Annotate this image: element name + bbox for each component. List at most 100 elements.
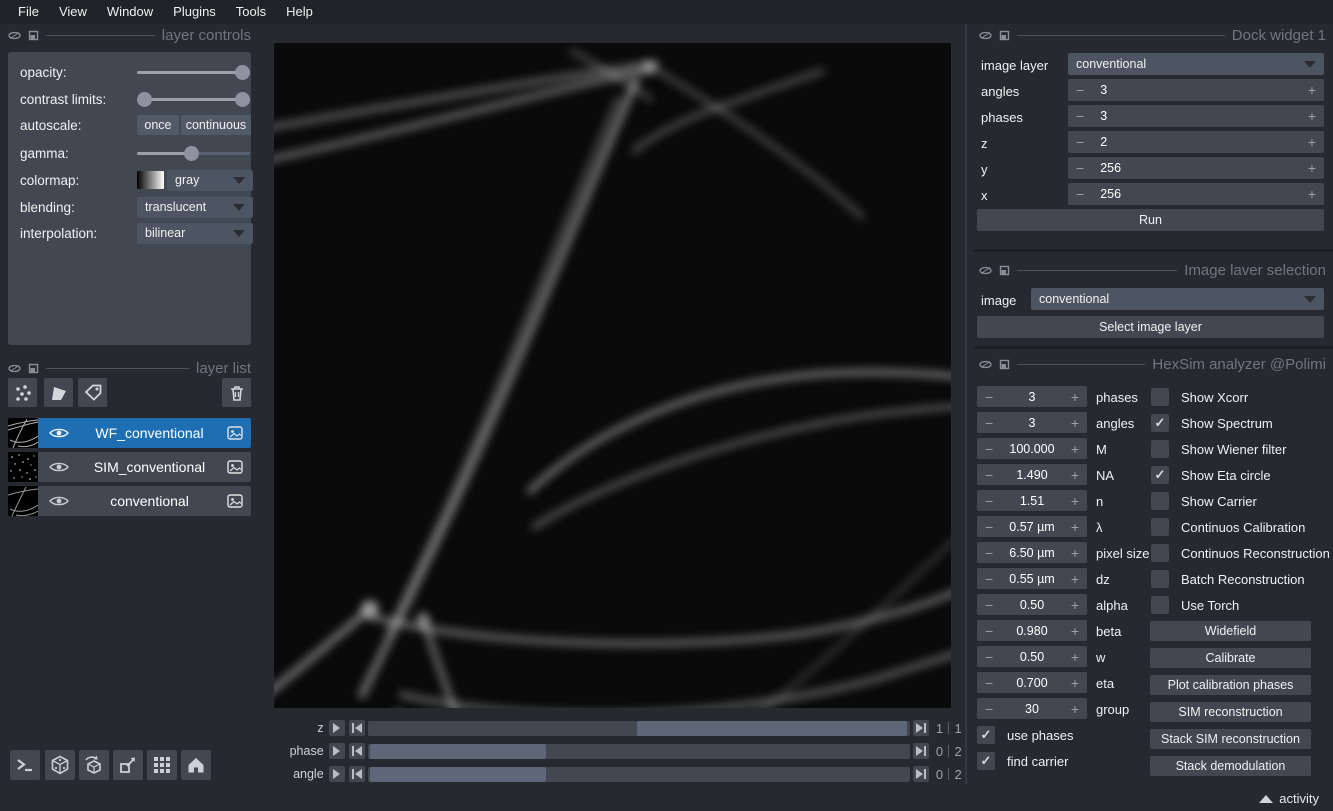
increment-button[interactable]: [1308, 83, 1316, 97]
contrast-limits-slider[interactable]: [137, 88, 250, 110]
dock-float-icon[interactable]: [28, 363, 39, 374]
spin-value[interactable]: 1.490: [993, 468, 1071, 482]
plot-calibration-phases-button[interactable]: Plot calibration phases: [1150, 675, 1311, 695]
skip-first-button[interactable]: [349, 766, 365, 782]
image-dropdown[interactable]: conventional: [1031, 288, 1324, 310]
angle-dim-slider[interactable]: [368, 767, 910, 782]
contrast-high-handle[interactable]: [235, 92, 250, 107]
play-button[interactable]: [329, 766, 345, 782]
activity-toggle[interactable]: activity: [1259, 791, 1319, 806]
decrement-button[interactable]: [1076, 135, 1084, 149]
spin-value[interactable]: 0.50: [993, 650, 1071, 664]
hexsim-alpha-spinbox[interactable]: 0.50: [977, 594, 1087, 615]
stack-sim-reconstruction-button[interactable]: Stack SIM reconstruction: [1150, 729, 1311, 749]
calibrate-button[interactable]: Calibrate: [1150, 648, 1311, 668]
decrement-button[interactable]: [985, 494, 993, 508]
spin-value[interactable]: 0.980: [993, 624, 1071, 638]
spin-value[interactable]: 2: [1084, 135, 1308, 149]
spin-value[interactable]: 0.50: [993, 598, 1071, 612]
spin-value[interactable]: 3: [1084, 83, 1308, 97]
spin-value[interactable]: 0.57 µm: [993, 520, 1071, 534]
opacity-slider[interactable]: [137, 61, 250, 83]
skip-first-button[interactable]: [349, 720, 365, 736]
dock-hide-icon[interactable]: [8, 31, 21, 40]
spin-value[interactable]: 256: [1084, 187, 1308, 201]
continuos-calibration-checkbox[interactable]: [1151, 518, 1169, 536]
show-spectrum-checkbox[interactable]: [1151, 414, 1169, 432]
new-labels-layer-button[interactable]: [78, 378, 107, 407]
spin-value[interactable]: 6.50 µm: [993, 546, 1071, 560]
phase-dim-slider[interactable]: [368, 744, 910, 759]
dock-float-icon[interactable]: [999, 359, 1010, 370]
spin-value[interactable]: 100.000: [993, 442, 1071, 456]
decrement-button[interactable]: [985, 520, 993, 534]
spin-value[interactable]: 0.700: [993, 676, 1071, 690]
gamma-slider-handle[interactable]: [184, 146, 199, 161]
visibility-eye-icon[interactable]: [38, 495, 80, 507]
visibility-eye-icon[interactable]: [38, 461, 80, 473]
decrement-button[interactable]: [985, 624, 993, 638]
autoscale-once-button[interactable]: once: [137, 115, 179, 135]
show-xcorr-checkbox[interactable]: [1151, 388, 1169, 406]
decrement-button[interactable]: [985, 650, 993, 664]
dock-hide-icon[interactable]: [8, 364, 21, 373]
dock-float-icon[interactable]: [999, 265, 1010, 276]
increment-button[interactable]: [1071, 442, 1079, 456]
hexsim-angles-spinbox[interactable]: 3: [977, 412, 1087, 433]
hexsim-lambda-spinbox[interactable]: 0.57 µm: [977, 516, 1087, 537]
spin-value[interactable]: 0.55 µm: [993, 572, 1071, 586]
show-eta-circle-checkbox[interactable]: [1151, 466, 1169, 484]
play-button[interactable]: [329, 743, 345, 759]
new-shapes-layer-button[interactable]: [44, 378, 73, 407]
find-carrier-checkbox[interactable]: [977, 752, 995, 770]
continuos-reconstruction-checkbox[interactable]: [1151, 544, 1169, 562]
increment-button[interactable]: [1308, 135, 1316, 149]
use-torch-checkbox[interactable]: [1151, 596, 1169, 614]
skip-first-button[interactable]: [349, 743, 365, 759]
dock-hide-icon[interactable]: [979, 266, 992, 275]
decrement-button[interactable]: [985, 702, 993, 716]
z-dim-slider-handle[interactable]: [637, 721, 907, 736]
opacity-slider-handle[interactable]: [235, 65, 250, 80]
decrement-button[interactable]: [1076, 161, 1084, 175]
menu-tools[interactable]: Tools: [226, 0, 276, 24]
increment-button[interactable]: [1308, 161, 1316, 175]
decrement-button[interactable]: [985, 546, 993, 560]
skip-last-button[interactable]: [913, 766, 929, 782]
increment-button[interactable]: [1071, 546, 1079, 560]
hexsim-w-spinbox[interactable]: 0.50: [977, 646, 1087, 667]
phases-spinbox[interactable]: 3: [1068, 105, 1324, 127]
visibility-eye-icon[interactable]: [38, 427, 80, 439]
increment-button[interactable]: [1308, 187, 1316, 201]
sim-reconstruction-button[interactable]: SIM reconstruction: [1150, 702, 1311, 722]
hexsim-phases-spinbox[interactable]: 3: [977, 386, 1087, 407]
increment-button[interactable]: [1071, 624, 1079, 638]
increment-button[interactable]: [1071, 468, 1079, 482]
batch-reconstruction-checkbox[interactable]: [1151, 570, 1169, 588]
skip-last-button[interactable]: [913, 743, 929, 759]
layer-row-sim-conventional[interactable]: SIM_conventional: [8, 452, 251, 482]
increment-button[interactable]: [1071, 598, 1079, 612]
hexsim-na-spinbox[interactable]: 1.490: [977, 464, 1087, 485]
decrement-button[interactable]: [985, 442, 993, 456]
transpose-dimensions-button[interactable]: [113, 750, 143, 780]
blending-dropdown[interactable]: translucent: [137, 197, 253, 218]
console-button[interactable]: [10, 750, 40, 780]
decrement-button[interactable]: [985, 676, 993, 690]
phase-dim-slider-handle[interactable]: [370, 744, 546, 759]
new-points-layer-button[interactable]: [8, 378, 37, 407]
use-phases-checkbox[interactable]: [977, 726, 995, 744]
decrement-button[interactable]: [985, 416, 993, 430]
dock-float-icon[interactable]: [999, 30, 1010, 41]
contrast-low-handle[interactable]: [137, 92, 152, 107]
hexsim-beta-spinbox[interactable]: 0.980: [977, 620, 1087, 641]
select-image-layer-button[interactable]: Select image layer: [977, 316, 1324, 338]
z-dim-slider[interactable]: [368, 721, 910, 736]
stack-demodulation-button[interactable]: Stack demodulation: [1150, 756, 1311, 776]
grid-view-button[interactable]: [147, 750, 177, 780]
increment-button[interactable]: [1071, 520, 1079, 534]
menu-view[interactable]: View: [49, 0, 97, 24]
dock-hide-icon[interactable]: [979, 31, 992, 40]
angles-spinbox[interactable]: 3: [1068, 79, 1324, 101]
layer-row-conventional[interactable]: conventional: [8, 486, 251, 516]
